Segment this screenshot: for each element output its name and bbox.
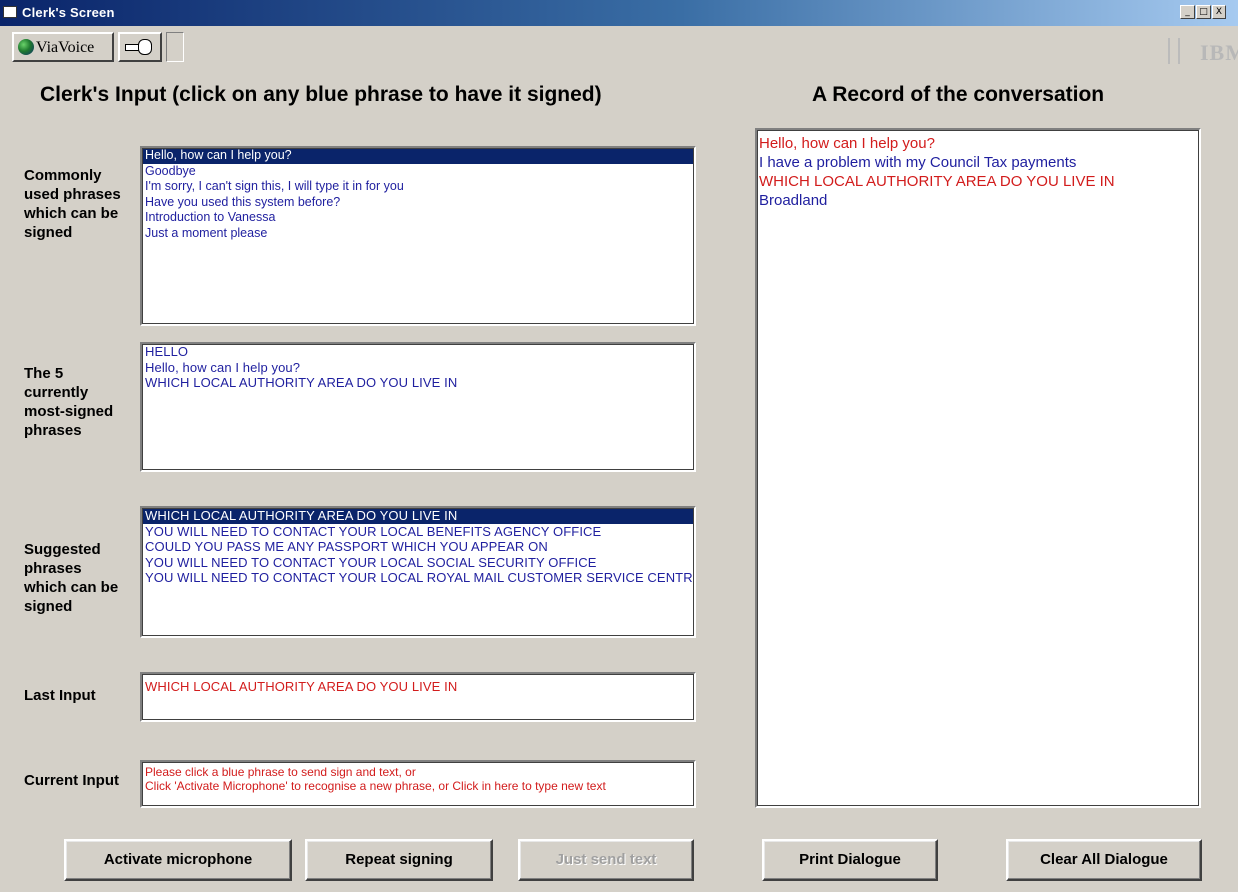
viavoice-button[interactable]: ViaVoice [12,32,114,62]
record-line-customer: Broadland [759,192,828,209]
most-signed-list[interactable]: HELLO Hello, how can I help you? WHICH L… [140,342,696,472]
input-heading: Clerk's Input (click on any blue phrase … [40,83,602,106]
current-input-line[interactable]: Click 'Activate Microphone' to recognise… [142,779,694,793]
ibm-logo: IBM [1200,40,1238,65]
list-item[interactable]: WHICH LOCAL AUTHORITY AREA DO YOU LIVE I… [142,375,694,391]
conversation-record[interactable]: Hello, how can I help you? I have a prob… [755,128,1201,808]
last-input-label: Last Input [24,687,96,704]
current-input-line[interactable]: Please click a blue phrase to send sign … [142,762,694,779]
title-bar: Clerk's Screen _ □ X [0,0,1238,26]
just-send-text-button[interactable]: Just send text [518,839,694,881]
suggested-phrases-list[interactable]: WHICH LOCAL AUTHORITY AREA DO YOU LIVE I… [140,506,696,638]
list-item[interactable]: YOU WILL NEED TO CONTACT YOUR LOCAL SOCI… [142,555,694,571]
list-item[interactable]: Hello, how can I help you? [142,148,694,164]
list-item[interactable]: WHICH LOCAL AUTHORITY AREA DO YOU LIVE I… [142,508,694,524]
record-heading: A Record of the conversation [812,83,1105,106]
record-line-customer: I have a problem with my Council Tax pay… [759,154,1077,171]
list-item[interactable]: Just a moment please [142,226,694,242]
list-item[interactable]: YOU WILL NEED TO CONTACT YOUR LOCAL BENE… [142,524,694,540]
app-icon [3,6,17,18]
most-signed-label: The 5 currently most-signed phrases [24,365,114,439]
list-item[interactable]: I'm sorry, I can't sign this, I will typ… [142,179,694,195]
maximize-button[interactable]: □ [1196,5,1211,19]
list-item[interactable]: HELLO [142,344,694,360]
record-line-clerk: WHICH LOCAL AUTHORITY AREA DO YOU LIVE I… [759,173,1115,190]
print-dialogue-button[interactable]: Print Dialogue [762,839,938,881]
list-item[interactable]: Introduction to Vanessa [142,210,694,226]
repeat-signing-button[interactable]: Repeat signing [305,839,493,881]
activate-microphone-button[interactable]: Activate microphone [64,839,292,881]
list-item[interactable]: Have you used this system before? [142,195,694,211]
list-item[interactable]: YOU WILL NEED TO CONTACT YOUR LOCAL ROYA… [142,570,694,586]
record-line-clerk: Hello, how can I help you? [759,135,935,152]
window-title: Clerk's Screen [22,5,115,20]
last-input-field: WHICH LOCAL AUTHORITY AREA DO YOU LIVE I… [140,672,696,722]
common-phrases-list[interactable]: Hello, how can I help you? Goodbye I'm s… [140,146,696,326]
list-item[interactable]: Goodbye [142,164,694,180]
status-indicator [166,32,184,62]
common-phrases-label: Commonly used phrases which can be signe… [24,167,121,241]
list-item[interactable]: COULD YOU PASS ME ANY PASSPORT WHICH YOU… [142,539,694,555]
suggested-phrases-label: Suggested phrases which can be signed [24,541,119,615]
current-input-field[interactable]: Please click a blue phrase to send sign … [140,760,696,808]
close-button[interactable]: X [1212,5,1226,19]
minimize-button[interactable]: _ [1180,5,1195,19]
microphone-icon-head [138,39,152,55]
viavoice-label: ViaVoice [36,39,95,56]
microphone-toggle-button[interactable] [118,32,162,62]
globe-icon [18,39,34,55]
list-item[interactable]: Hello, how can I help you? [142,360,694,376]
last-input-text: WHICH LOCAL AUTHORITY AREA DO YOU LIVE I… [145,679,458,694]
clear-all-dialogue-button[interactable]: Clear All Dialogue [1006,839,1202,881]
current-input-label: Current Input [24,772,119,789]
toolbar-grip [1168,38,1180,64]
